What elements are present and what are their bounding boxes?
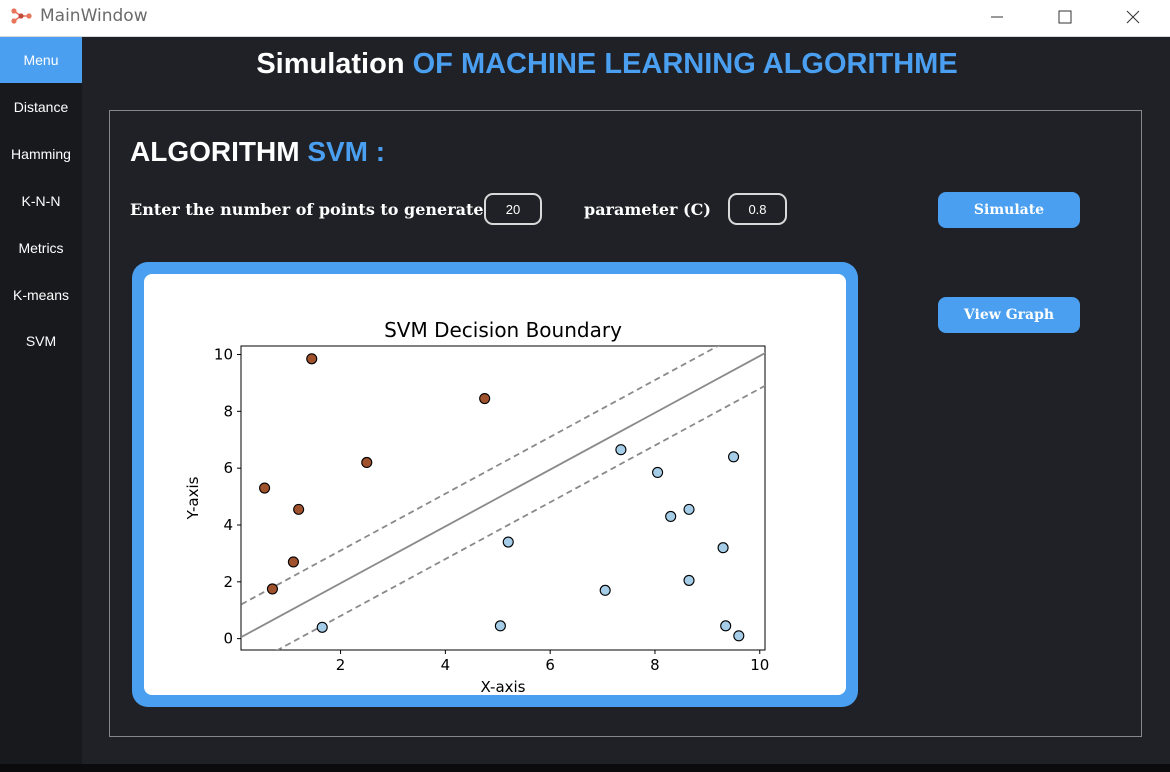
data-point-class-b	[316, 621, 328, 633]
chart-title: SVM Decision Boundary	[384, 318, 622, 342]
title-bar: MainWindow	[0, 0, 1170, 37]
data-point-class-b	[733, 630, 745, 642]
points-label: Enter the number of points to generate	[130, 200, 484, 219]
window-title: MainWindow	[40, 6, 148, 26]
data-point-class-a	[259, 482, 271, 494]
app-logo-icon	[11, 8, 32, 24]
data-point-class-a	[266, 583, 278, 595]
y-tick-label: 0	[223, 630, 233, 648]
y-axis-label: Y-axis	[184, 476, 202, 520]
x-axis-label: X-axis	[481, 678, 526, 695]
data-point-class-a	[287, 556, 299, 568]
data-point-class-a	[306, 353, 318, 365]
bottom-edge	[0, 764, 1170, 772]
page-title: Simulation OF MACHINE LEARNING ALGORITHM…	[82, 48, 1132, 81]
page-title-accent: OF MACHINE LEARNING ALGORITHME	[412, 48, 958, 80]
view-graph-button[interactable]: View Graph	[938, 297, 1080, 333]
data-point-class-b	[728, 451, 740, 463]
data-point-class-b	[599, 584, 611, 596]
data-point-class-b	[683, 503, 695, 515]
algorithm-title: ALGORITHM SVM :	[130, 136, 385, 168]
maximize-icon[interactable]	[1050, 4, 1080, 32]
data-point-class-a	[293, 503, 305, 515]
x-tick-label: 10	[750, 656, 769, 674]
plot-area	[240, 345, 766, 651]
data-point-class-b	[683, 574, 695, 586]
data-point-class-b	[494, 620, 506, 632]
graph-frame: 2 4 6 8 10 0 2 4 6 8 10 SVM Decision Boundary X-axis…	[132, 262, 858, 707]
data-point-class-b	[502, 536, 514, 548]
data-point-class-a	[479, 393, 491, 405]
y-tick-label: 6	[223, 459, 233, 477]
data-point-class-b	[717, 542, 729, 554]
x-tick-label: 2	[336, 656, 346, 674]
parameter-c-label: parameter (C)	[584, 200, 711, 219]
data-point-class-b	[720, 620, 732, 632]
minimize-icon[interactable]	[982, 4, 1012, 32]
sidebar-item-menu[interactable]: Menu	[0, 37, 82, 83]
sidebar-item-svm[interactable]: SVM	[0, 318, 82, 364]
algorithm-title-accent: SVM :	[307, 136, 386, 167]
sidebar-item-hamming[interactable]: Hamming	[0, 131, 82, 177]
data-point-class-b	[615, 444, 627, 456]
sidebar-item-kmeans[interactable]: K-means	[0, 272, 82, 318]
sidebar-item-distance[interactable]: Distance	[0, 84, 82, 130]
svm-chart: 2 4 6 8 10 0 2 4 6 8 10 SVM Decision Boundary X-axis…	[184, 318, 769, 695]
y-tick-label: 2	[223, 573, 233, 591]
y-tick-label: 4	[223, 516, 233, 534]
data-point-class-b	[665, 510, 677, 523]
simulate-button[interactable]: Simulate	[938, 192, 1080, 228]
y-tick-label: 10	[214, 346, 233, 364]
x-tick-label: 4	[441, 656, 451, 674]
graph-card: 2 4 6 8 10 0 2 4 6 8 10 SVM Decision Boundary X-axis…	[144, 274, 846, 695]
close-icon[interactable]	[1118, 4, 1148, 32]
data-point-class-b	[652, 466, 664, 478]
sidebar-item-knn[interactable]: K-N-N	[0, 178, 82, 224]
sidebar-item-metrics[interactable]: Metrics	[0, 225, 82, 271]
x-tick-label: 6	[545, 656, 555, 674]
sidebar: Menu Distance Hamming K-N-N Metrics K-me…	[0, 37, 82, 764]
x-tick-label: 8	[650, 656, 660, 674]
parameter-c-input[interactable]	[728, 193, 787, 225]
points-input[interactable]	[484, 193, 542, 225]
data-point-class-a	[361, 456, 373, 469]
algorithm-title-plain: ALGORITHM	[130, 136, 300, 167]
page-title-plain: Simulation	[256, 48, 405, 80]
y-tick-label: 8	[223, 402, 233, 420]
